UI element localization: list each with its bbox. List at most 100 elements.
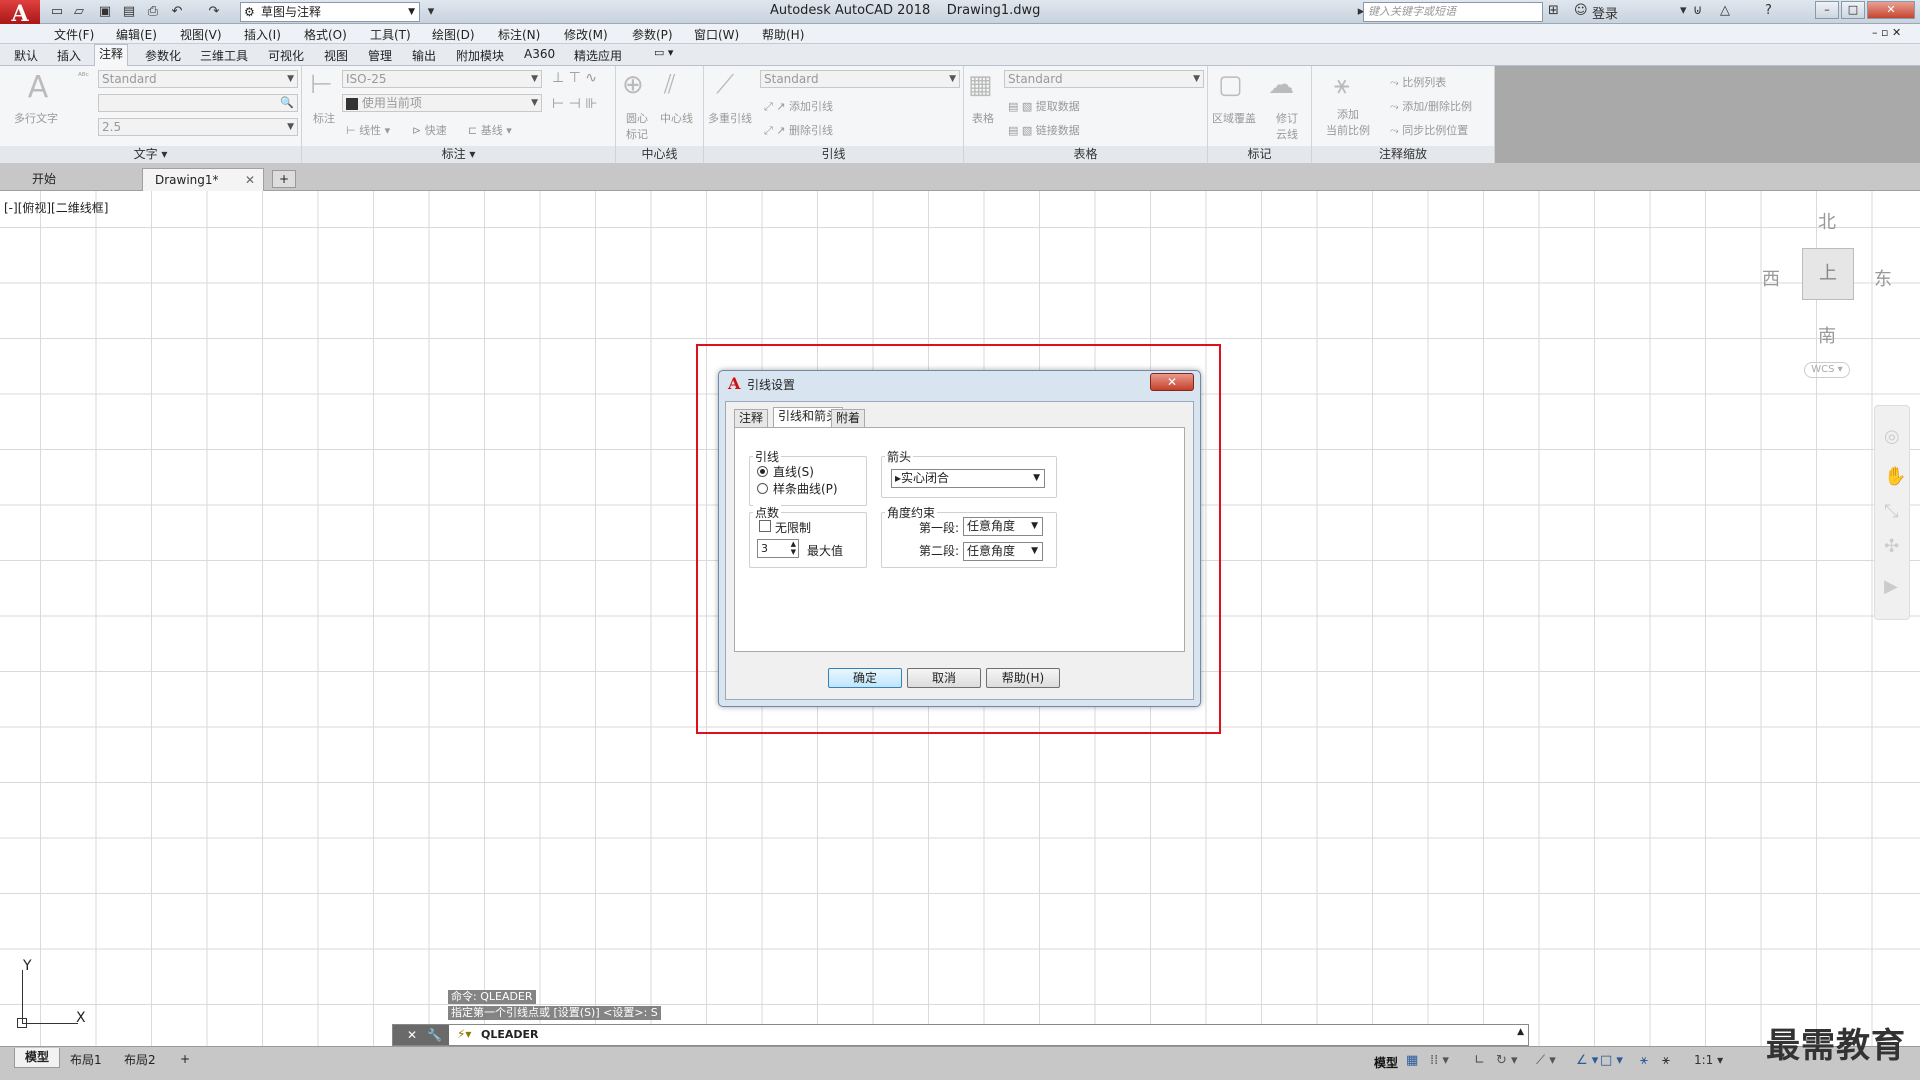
- find-text-input[interactable]: 🔍: [98, 94, 298, 112]
- unlimited-checkbox-label[interactable]: 无限制: [775, 519, 811, 536]
- viewcube-top-face[interactable]: 上: [1802, 248, 1854, 300]
- wrench-icon[interactable]: 🔧: [427, 1025, 442, 1045]
- customize-toolbar-icon[interactable]: ▾: [422, 3, 440, 21]
- wipeout-button-label[interactable]: 区域覆盖: [1212, 110, 1256, 126]
- tab-addins[interactable]: 附加模块: [452, 47, 508, 64]
- link-data-button[interactable]: ▤ ▧ 链接数据: [1008, 122, 1080, 138]
- snap-icon[interactable]: ⁞⁞ ▾: [1430, 1053, 1449, 1068]
- viewcube-north[interactable]: 北: [1818, 208, 1836, 234]
- spline-radio[interactable]: [757, 483, 768, 494]
- help-button[interactable]: ?: [1765, 3, 1772, 18]
- table-style-combo[interactable]: Standard ▼: [1004, 70, 1204, 88]
- layout-tab-2[interactable]: 布局2: [114, 1051, 166, 1071]
- menu-help[interactable]: 帮助(H): [762, 26, 804, 43]
- model-space-toggle[interactable]: 模型: [1374, 1054, 1398, 1071]
- doc-window-controls[interactable]: – ▫ ✕: [1872, 26, 1901, 39]
- table-button-label[interactable]: 表格: [972, 110, 994, 126]
- menu-view[interactable]: 视图(V): [180, 26, 222, 43]
- menu-window[interactable]: 窗口(W): [694, 26, 739, 43]
- object-snap-icon[interactable]: □ ▾: [1600, 1053, 1623, 1068]
- open-file-icon[interactable]: ▱: [70, 3, 88, 21]
- object-snap-tracking-icon[interactable]: ∠ ▾: [1576, 1053, 1598, 1068]
- showmotion-icon[interactable]: ▶: [1884, 576, 1898, 597]
- command-history-toggle-icon[interactable]: ▲: [1517, 1027, 1524, 1037]
- viewcube-west[interactable]: 西: [1762, 265, 1780, 291]
- add-delete-scale-button[interactable]: ⤳ 添加/删除比例: [1390, 98, 1472, 114]
- center-mark-icon[interactable]: ⊕: [622, 70, 644, 100]
- mtext-icon[interactable]: A: [22, 70, 54, 105]
- panel-title-dimension[interactable]: 标注 ▾: [302, 146, 615, 163]
- ortho-icon[interactable]: ∟: [1474, 1053, 1485, 1068]
- user-icon[interactable]: ☺: [1574, 3, 1588, 18]
- steering-wheel-icon[interactable]: ◎: [1884, 426, 1900, 447]
- add-current-scale-button-label[interactable]: 添加 当前比例: [1326, 106, 1370, 138]
- ok-button[interactable]: 确定: [828, 668, 902, 688]
- panel-title-leader[interactable]: 引线: [704, 146, 963, 163]
- revcloud-icon[interactable]: ☁: [1268, 70, 1294, 100]
- dimension-button-label[interactable]: 标注: [313, 110, 335, 126]
- save-as-icon[interactable]: ▤: [120, 3, 138, 21]
- chevron-down-icon[interactable]: ▾: [1680, 3, 1687, 18]
- first-segment-select[interactable]: 任意角度 ▼: [963, 517, 1043, 536]
- remove-leader-button[interactable]: ⤢ ↗ 删除引线: [764, 122, 833, 138]
- spinner-icon[interactable]: ▲ ▼: [791, 540, 796, 556]
- sync-scale-button[interactable]: ⤳ 同步比例位置: [1390, 122, 1468, 138]
- viewcube-south[interactable]: 南: [1818, 322, 1836, 348]
- linear-dim-button[interactable]: ⊢ 线性 ▾: [346, 122, 390, 138]
- wipeout-icon[interactable]: ▢: [1218, 70, 1243, 100]
- baseline-dim-button[interactable]: ⊏ 基线 ▾: [468, 122, 512, 138]
- menu-edit[interactable]: 编辑(E): [116, 26, 157, 43]
- ribbon-minimize-icon[interactable]: ▭ ▾: [650, 46, 677, 59]
- maximize-button[interactable]: □: [1841, 1, 1865, 19]
- straight-radio-label[interactable]: 直线(S): [773, 463, 814, 480]
- extract-data-button[interactable]: ▤ ▧ 提取数据: [1008, 98, 1080, 114]
- multileader-button-label[interactable]: 多重引线: [708, 110, 752, 126]
- cancel-button[interactable]: 取消: [907, 668, 981, 688]
- tab-default[interactable]: 默认: [10, 47, 42, 64]
- tab-output[interactable]: 输出: [408, 47, 440, 64]
- text-height-combo[interactable]: 2.5 ▼: [98, 118, 298, 136]
- dialog-title-bar[interactable]: A 引线设置 ✕: [719, 371, 1200, 395]
- menu-modify[interactable]: 修改(M): [564, 26, 608, 43]
- menu-draw[interactable]: 绘图(D): [432, 26, 475, 43]
- tab-attachment[interactable]: 附着: [831, 409, 866, 427]
- zoom-icon[interactable]: ⤡: [1884, 501, 1898, 522]
- close-window-button[interactable]: ✕: [1867, 1, 1915, 19]
- tab-view[interactable]: 视图: [320, 47, 352, 64]
- revcloud-button-label[interactable]: 修订 云线: [1276, 110, 1298, 142]
- minimize-button[interactable]: –: [1815, 1, 1839, 19]
- annotation-visibility-icon[interactable]: ⚹: [1640, 1053, 1648, 1068]
- mtext-button-label[interactable]: 多行文字: [14, 110, 58, 126]
- a360-icon[interactable]: △: [1720, 3, 1730, 18]
- close-command-icon[interactable]: ✕: [407, 1025, 417, 1045]
- tab-featured-apps[interactable]: 精选应用: [570, 47, 626, 64]
- new-layout-button[interactable]: +: [170, 1050, 200, 1070]
- text-style-combo[interactable]: Standard ▼: [98, 70, 298, 88]
- max-points-input[interactable]: 3 ▲ ▼: [757, 539, 799, 558]
- tab-annotation[interactable]: 注释: [734, 409, 769, 427]
- layout-tab-model[interactable]: 模型: [14, 1048, 61, 1068]
- auto-scale-icon[interactable]: ⚹: [1662, 1053, 1670, 1068]
- pan-icon[interactable]: ✋: [1884, 466, 1906, 487]
- annotation-scale[interactable]: 1:1 ▾: [1694, 1053, 1723, 1067]
- search-input[interactable]: 键入关键字或短语: [1363, 2, 1543, 22]
- polar-icon[interactable]: ↻ ▾: [1496, 1053, 1518, 1068]
- multileader-icon[interactable]: ⟋: [716, 70, 734, 101]
- tab-3d-tools[interactable]: 三维工具: [196, 47, 252, 64]
- wcs-menu[interactable]: WCS ▾: [1804, 362, 1850, 378]
- menu-insert[interactable]: 插入(I): [244, 26, 281, 43]
- file-tab-drawing1[interactable]: Drawing1* ✕: [142, 168, 264, 191]
- table-icon[interactable]: ▦: [968, 70, 993, 100]
- centerline-button-label[interactable]: 中心线: [660, 110, 693, 126]
- save-icon[interactable]: ▣: [96, 3, 114, 21]
- mleader-style-combo[interactable]: Standard ▼: [760, 70, 960, 88]
- workspace-selector[interactable]: ⚙ 草图与注释 ▼: [240, 2, 420, 22]
- panel-title-text[interactable]: 文字 ▾: [0, 146, 301, 163]
- command-input[interactable]: QLEADER: [481, 1028, 539, 1041]
- isodraft-icon[interactable]: ⟋ ▾: [1536, 1053, 1556, 1068]
- menu-tools[interactable]: 工具(T): [370, 26, 411, 43]
- tab-annotate[interactable]: 注释: [94, 44, 129, 66]
- straight-radio[interactable]: [757, 466, 768, 477]
- binoculars-icon[interactable]: ⊞: [1548, 3, 1559, 18]
- centerline-icon[interactable]: ⫽: [664, 70, 676, 101]
